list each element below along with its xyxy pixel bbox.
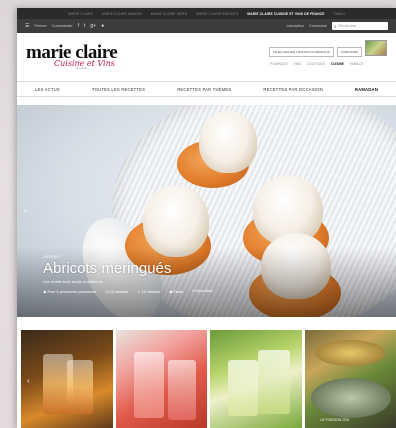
brand-header: marie claire Cuisine et Vins de France T… [17, 33, 396, 81]
servings-info: ♟ Pour 6 personnes personnes [43, 290, 97, 294]
network-link[interactable]: Marie Claire Maison [102, 12, 142, 16]
thumbnail-carousel: Le poisson cru [17, 330, 396, 428]
subnav-item[interactable]: Famille [350, 62, 363, 66]
search-input[interactable]: ⌕ Rechercher [332, 22, 388, 30]
subnav-item[interactable]: Vins [294, 62, 301, 66]
browser-screen: Marie Claire Marie Claire Maison Marie C… [17, 8, 396, 428]
subnav-item[interactable]: Pourquoi [270, 62, 287, 66]
glass-image [228, 360, 258, 416]
commander-link[interactable]: Commander [52, 24, 73, 28]
glass-image [133, 352, 164, 418]
thumbnail-caption: Le poisson cru [320, 418, 350, 422]
cook-time-info: ♨ 15 minutes [137, 290, 161, 294]
thumbnail-cocktail[interactable] [21, 330, 113, 428]
hero-slide[interactable]: ‹ › Dessert Abricots meringués Une recet… [17, 105, 396, 317]
hamburger-menu-icon[interactable]: ☰ [25, 23, 29, 29]
google-plus-icon[interactable]: g+ [90, 23, 96, 29]
prep-time-info: ◷ 10 minutes [105, 290, 129, 294]
network-link[interactable]: Marie Claire [68, 12, 93, 16]
thumbnail-mojito[interactable] [210, 330, 302, 428]
hero-meta: ♟ Pour 6 personnes personnes ◷ 10 minute… [43, 289, 213, 294]
glass-image [67, 360, 93, 414]
meringue-image [199, 111, 257, 173]
nav-item-themes[interactable]: Recettes par thèmes [177, 87, 231, 92]
difficulty-info: ◆ Facile [169, 290, 184, 294]
nav-item-actus[interactable]: Les actus [35, 87, 60, 92]
nav-item-ramadan[interactable]: Ramadan [355, 87, 378, 92]
logo-tag: de France [76, 67, 88, 70]
network-link[interactable]: Famili [334, 12, 345, 16]
site-logo[interactable]: marie claire Cuisine et Vins de France [26, 43, 118, 71]
connexion-link[interactable]: Connexion [309, 24, 327, 28]
subnav-item[interactable]: Cocktails [307, 62, 325, 66]
network-link[interactable]: Marie Claire Idées [151, 12, 188, 16]
digital-edition-button[interactable]: Télécharger l'édition numérique [268, 47, 334, 57]
subscribe-button[interactable]: S'abonner [336, 47, 362, 57]
hero-kicker: Dessert [43, 255, 62, 259]
network-link[interactable]: Marie Claire Enfants [196, 12, 238, 16]
thumbnail-raw-fish[interactable]: Le poisson cru [304, 330, 396, 428]
nav-item-occasion[interactable]: Recettes par occasion [263, 87, 323, 92]
social-bar: ☰ Fermer Commander f t g+ ● Inscription … [17, 19, 396, 33]
glass-image [258, 350, 290, 414]
network-bar: Marie Claire Marie Claire Maison Marie C… [17, 8, 396, 19]
thumbnail-grapefruit-drink[interactable] [115, 330, 207, 428]
subnav-item-current[interactable]: Cuisine [331, 62, 344, 66]
facebook-icon[interactable]: f [78, 23, 79, 29]
glass-image [167, 360, 196, 420]
nav-item-recettes[interactable]: Toutes les recettes [92, 87, 145, 92]
menu-label[interactable]: Fermer [34, 24, 46, 28]
pinterest-icon[interactable]: ● [101, 23, 104, 29]
main-nav: Les actus Toutes les recettes Recettes p… [17, 81, 396, 97]
plate-image [310, 378, 391, 418]
carousel-next-icon[interactable]: › [389, 205, 392, 215]
search-placeholder: Rechercher [338, 24, 357, 28]
bowl-image [314, 340, 385, 366]
thumbnail-prev-icon[interactable]: ‹ [27, 376, 30, 385]
network-link-active[interactable]: Marie Claire Cuisine et Vins de France [247, 12, 324, 16]
inscription-link[interactable]: Inscription [287, 24, 304, 28]
twitter-icon[interactable]: t [84, 23, 85, 29]
search-icon: ⌕ [334, 23, 337, 29]
hero-title[interactable]: Abricots meringués [43, 260, 213, 277]
magazine-cover-image[interactable] [365, 40, 387, 56]
brand-subnav: Pourquoi Vins Cocktails Cuisine Famille [270, 62, 387, 66]
hero-description: Une recette toute simple et délicieuse [43, 280, 103, 284]
hero-caption: Dessert Abricots meringués Une recette t… [43, 255, 213, 294]
cost-info: € Abordable [192, 289, 213, 293]
carousel-prev-icon[interactable]: ‹ [24, 205, 27, 215]
